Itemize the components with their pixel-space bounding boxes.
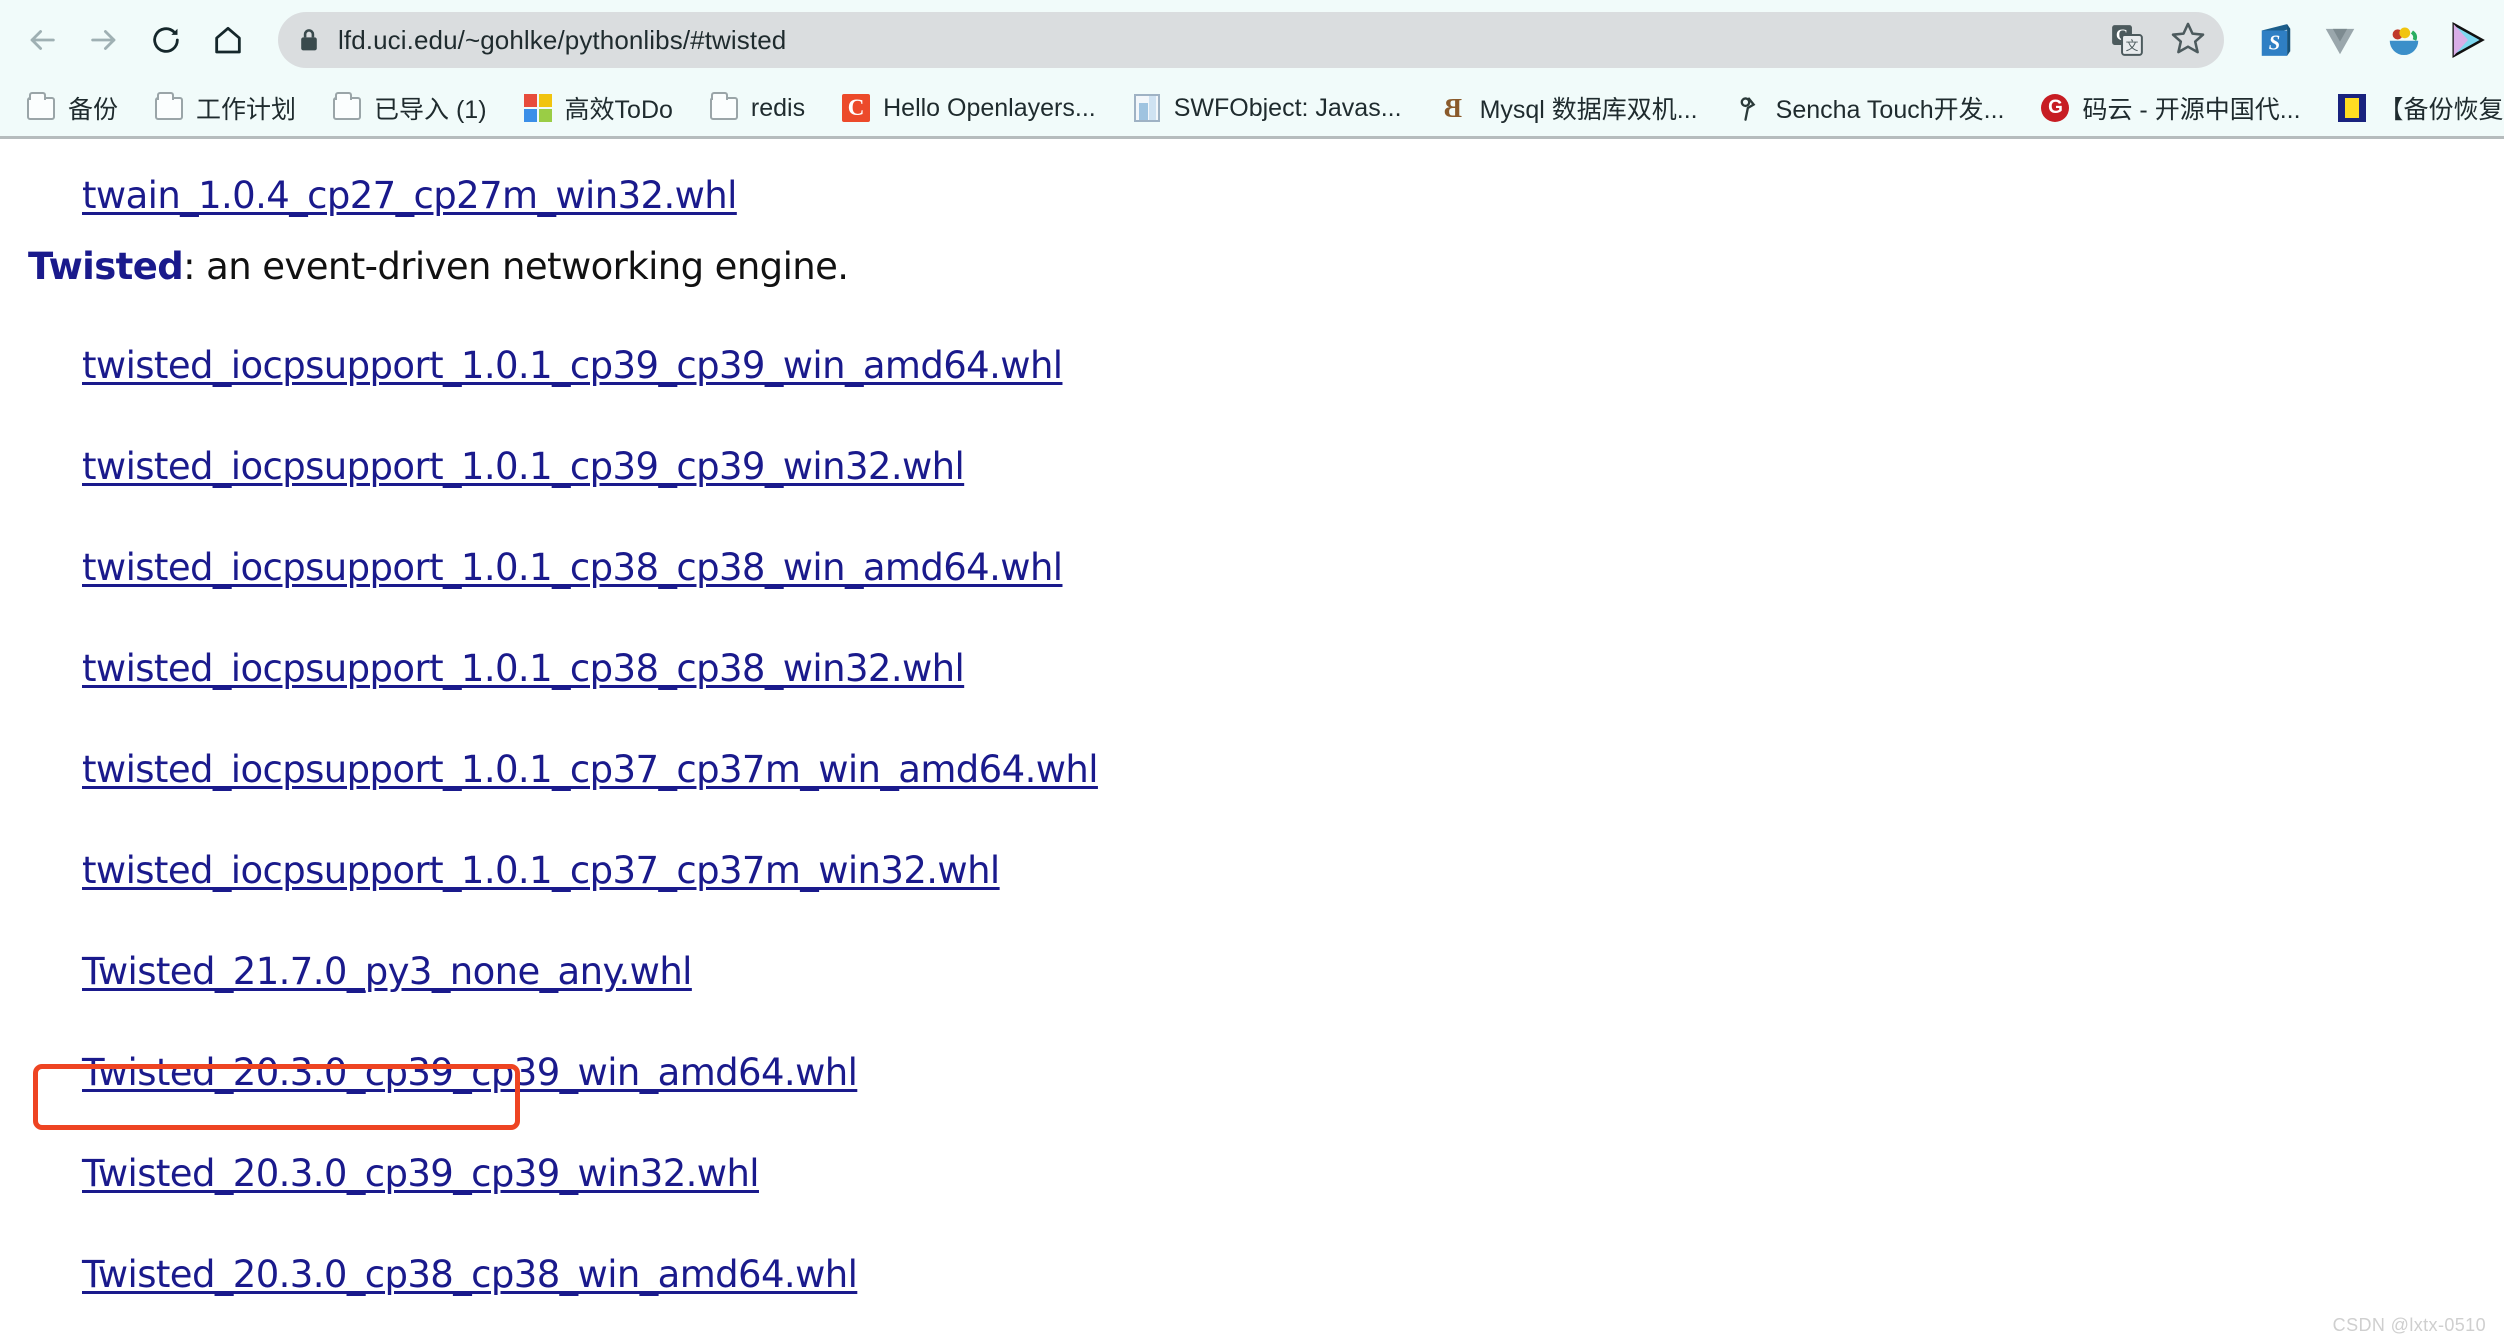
list-item[interactable]: Twisted_20.3.0_cp38_cp38_win_amd64.whl: [0, 1224, 2504, 1325]
home-button[interactable]: [200, 12, 256, 68]
lock-icon: [298, 27, 320, 53]
package-link-5[interactable]: twisted_iocpsupport_1.0.1_cp37_cp37m_win…: [82, 849, 1000, 892]
bookmark-item-todo[interactable]: 高效ToDo: [513, 86, 683, 130]
package-link-twain[interactable]: twain_1.0.4_cp27_cp27m_win32.whl: [82, 174, 737, 217]
bookmark-label: 码云 - 开源中国代...: [2082, 96, 2301, 124]
list-item[interactable]: twisted_iocpsupport_1.0.1_cp38_cp38_win_…: [0, 517, 2504, 618]
swfobject-icon: [1132, 93, 1162, 123]
bookmark-item-work-plan[interactable]: 工作计划: [144, 86, 306, 130]
url-text[interactable]: lfd.uci.edu/~gohlke/pythonlibs/#twisted: [338, 25, 786, 56]
package-link-3[interactable]: twisted_iocpsupport_1.0.1_cp38_cp38_win3…: [82, 647, 965, 690]
forward-button[interactable]: [76, 12, 132, 68]
bookmark-label: 高效ToDo: [564, 96, 673, 124]
list-item-highlighted[interactable]: Twisted_21.7.0_py3_none_any.whl: [0, 921, 2504, 1022]
bookmark-label: Mysql 数据库双机...: [1479, 96, 1698, 124]
bookmark-item-swfobject[interactable]: SWFObject: Javas...: [1122, 86, 1412, 130]
page-content: twain_1.0.4_cp27_cp27m_win32.whl Twisted…: [0, 139, 2504, 1344]
package-list: twain_1.0.4_cp27_cp27m_win32.whl Twisted…: [0, 139, 2504, 1325]
bookmark-item-mysql[interactable]: B Mysql 数据库双机...: [1428, 86, 1708, 130]
bookmark-label: 备份: [68, 96, 119, 124]
bookmark-label: redis: [750, 93, 806, 122]
sublime-extension-icon[interactable]: S: [2256, 20, 2296, 60]
note-icon: [2337, 93, 2367, 123]
browser-chrome: lfd.uci.edu/~gohlke/pythonlibs/#twisted …: [0, 0, 2504, 139]
sencha-icon: [1734, 93, 1764, 123]
list-item[interactable]: twisted_iocpsupport_1.0.1_cp39_cp39_win_…: [0, 315, 2504, 416]
section-title: Twisted: [28, 244, 184, 288]
bookmark-item-imported[interactable]: 已导入 (1): [322, 86, 497, 130]
package-link-4[interactable]: twisted_iocpsupport_1.0.1_cp37_cp37m_win…: [82, 748, 1099, 791]
bookmark-label: Hello Openlayers...: [883, 93, 1096, 122]
list-item[interactable]: twisted_iocpsupport_1.0.1_cp38_cp38_win3…: [0, 618, 2504, 719]
bookmark-item-gitee[interactable]: G 码云 - 开源中国代...: [2030, 86, 2310, 130]
package-link-0[interactable]: twisted_iocpsupport_1.0.1_cp39_cp39_win_…: [82, 344, 1063, 387]
bookmark-label: 已导入 (1): [374, 96, 487, 124]
package-link-twisted-21-7-0[interactable]: Twisted_21.7.0_py3_none_any.whl: [82, 950, 692, 993]
list-item[interactable]: twisted_iocpsupport_1.0.1_cp39_cp39_win3…: [0, 416, 2504, 517]
svg-text:S: S: [2269, 33, 2280, 55]
bookmark-item-backup[interactable]: 备份: [16, 86, 128, 130]
c-site-icon: C: [841, 93, 871, 123]
forward-arrow-icon: [87, 23, 121, 57]
list-item[interactable]: twisted_iocpsupport_1.0.1_cp37_cp37m_win…: [0, 719, 2504, 820]
back-arrow-icon: [25, 23, 59, 57]
browser-toolbar: lfd.uci.edu/~gohlke/pythonlibs/#twisted …: [0, 0, 2504, 80]
bookmark-label: 工作计划: [196, 96, 297, 124]
list-item[interactable]: twisted_iocpsupport_1.0.1_cp37_cp37m_win…: [0, 820, 2504, 921]
package-link-2[interactable]: twisted_iocpsupport_1.0.1_cp38_cp38_win_…: [82, 546, 1063, 589]
bookmark-label: SWFObject: Javas...: [1173, 93, 1402, 122]
folder-icon: [332, 91, 362, 123]
package-link-7[interactable]: Twisted_20.3.0_cp39_cp39_win_amd64.whl: [82, 1051, 858, 1094]
watermark-text: CSDN @lxtx-0510: [2332, 1315, 2486, 1335]
back-button[interactable]: [14, 12, 70, 68]
bookmark-label: Sencha Touch开发...: [1775, 96, 2005, 124]
prism-extension-icon[interactable]: [2448, 20, 2488, 60]
bookmark-item-openlayers[interactable]: C Hello Openlayers...: [831, 86, 1106, 130]
bookmarks-bar: 备份 工作计划 已导入 (1) 高效ToDo redis C Hello Ope…: [0, 80, 2504, 136]
folder-icon: [154, 91, 184, 123]
bookmark-star-icon[interactable]: [2170, 20, 2206, 61]
home-icon: [212, 24, 244, 56]
microsoft-icon: [523, 93, 553, 123]
address-bar[interactable]: lfd.uci.edu/~gohlke/pythonlibs/#twisted …: [278, 12, 2224, 68]
list-item[interactable]: twain_1.0.4_cp27_cp27m_win32.whl: [0, 139, 2504, 217]
vue-devtools-icon[interactable]: [2320, 20, 2360, 60]
section-heading: Twisted : an event-driven networking eng…: [0, 217, 2504, 315]
package-link-9[interactable]: Twisted_20.3.0_cp38_cp38_win_amd64.whl: [82, 1253, 858, 1296]
package-link-1[interactable]: twisted_iocpsupport_1.0.1_cp39_cp39_win3…: [82, 445, 965, 488]
mysql-icon: B: [1443, 93, 1462, 123]
bookmark-item-redis[interactable]: redis: [699, 86, 815, 130]
bookmark-item-sencha[interactable]: Sencha Touch开发...: [1724, 86, 2015, 130]
reload-icon: [150, 24, 182, 56]
section-description: : an event-driven networking engine.: [183, 244, 849, 288]
folder-icon: [709, 91, 739, 123]
fruit-bowl-extension-icon[interactable]: [2384, 20, 2424, 60]
reload-button[interactable]: [138, 12, 194, 68]
list-item[interactable]: Twisted_20.3.0_cp39_cp39_win32.whl: [0, 1123, 2504, 1224]
gitee-icon: G: [2040, 93, 2070, 123]
bookmark-label: 【备份恢复】: [2378, 96, 2504, 124]
bookmark-item-backup-restore[interactable]: 【备份恢复】: [2327, 86, 2504, 130]
translate-icon[interactable]: G 文: [2110, 23, 2144, 57]
folder-icon: [26, 91, 56, 123]
svg-text:文: 文: [2126, 39, 2139, 54]
package-link-8[interactable]: Twisted_20.3.0_cp39_cp39_win32.whl: [82, 1152, 760, 1195]
extension-icons: S: [2234, 20, 2490, 60]
list-item[interactable]: Twisted_20.3.0_cp39_cp39_win_amd64.whl: [0, 1022, 2504, 1123]
